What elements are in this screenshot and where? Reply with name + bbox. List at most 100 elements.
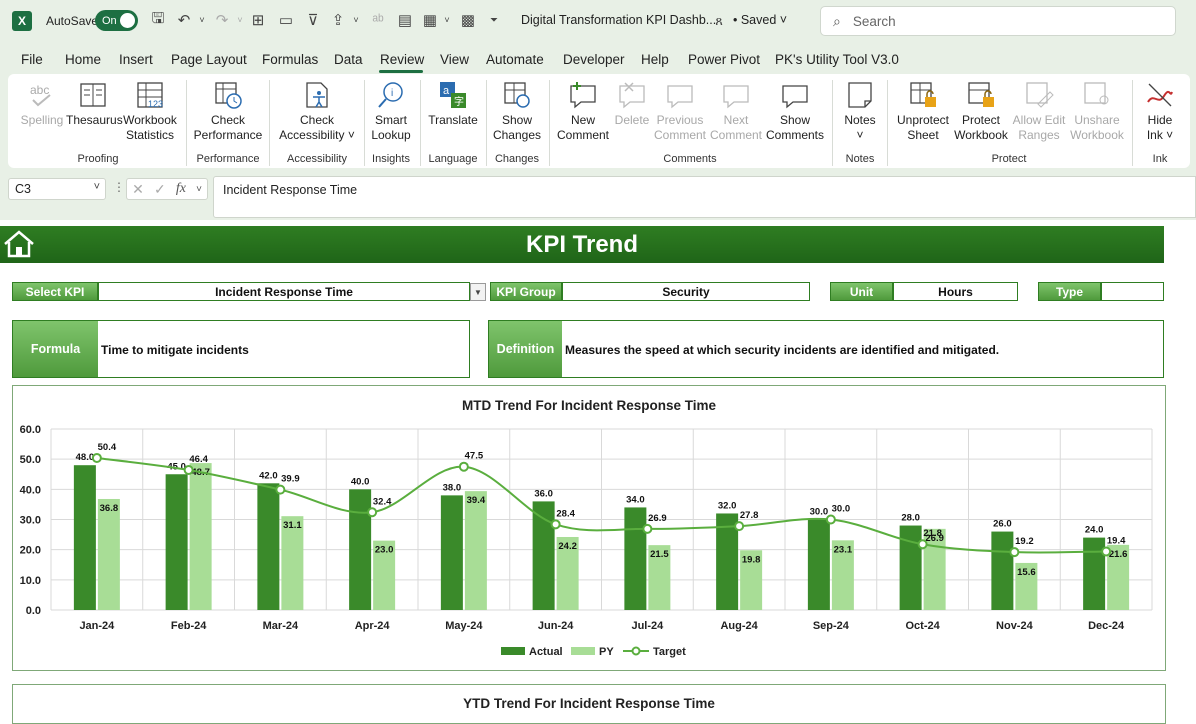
menu-help[interactable]: Help <box>641 52 669 67</box>
home-icon[interactable] <box>2 228 36 260</box>
translate-button[interactable]: a字 Translate <box>424 80 482 128</box>
fx-dropdown-icon[interactable]: ˅ <box>196 184 202 195</box>
saved-status[interactable]: • Saved ˅ <box>733 13 787 27</box>
kpi-dropdown-icon[interactable]: ▼ <box>470 283 486 301</box>
hide-ink-button[interactable]: Hide Ink ˅ <box>1138 80 1182 143</box>
menu-home[interactable]: Home <box>65 52 101 67</box>
unprotect-sheet-button[interactable]: Unprotect Sheet <box>892 80 954 143</box>
autosave-state: On <box>102 14 117 27</box>
autosave-toggle[interactable]: On <box>95 10 138 31</box>
person-icon[interactable]: ጸ <box>709 11 729 31</box>
delete-comment-icon <box>619 82 645 109</box>
menu-power-pivot[interactable]: Power Pivot <box>688 52 760 67</box>
actual-data-label: 30.0 <box>810 507 829 518</box>
calc-dropdown-icon[interactable]: ˅ <box>437 10 457 30</box>
share-icon[interactable]: ⇪ <box>328 10 348 30</box>
formula-input[interactable]: Incident Response Time <box>213 176 1196 218</box>
mtd-chart-title: MTD Trend For Incident Response Time <box>461 398 717 413</box>
show-comments-label-2: Comments <box>765 128 824 142</box>
name-box[interactable]: C3 ˅ <box>8 178 106 200</box>
py-data-label: 21.5 <box>650 549 669 560</box>
calculator-icon[interactable]: ▩ <box>458 10 478 30</box>
previous-comment-label-1: Previous <box>656 113 704 127</box>
name-box-dropdown-icon[interactable]: ˅ <box>94 181 100 193</box>
smart-lookup-icon: i <box>378 82 403 108</box>
show-comments-button[interactable]: Show Comments <box>764 80 826 143</box>
group-changes: Changes <box>494 153 540 165</box>
menu-review[interactable]: Review <box>380 52 424 67</box>
menu-insert[interactable]: Insert <box>119 52 153 67</box>
next-comment-icon <box>723 85 749 109</box>
legend-label: Actual <box>529 646 563 658</box>
menu-file[interactable]: File <box>21 52 43 67</box>
dashboard-title: KPI Trend <box>525 230 639 258</box>
group-separator <box>549 80 550 166</box>
filter-icon[interactable]: ⊽ <box>303 10 323 30</box>
group-proofing: Proofing <box>77 153 119 165</box>
svg-text:字: 字 <box>454 95 464 108</box>
y-tick-label: 10.0 <box>20 575 41 587</box>
menu-automate[interactable]: Automate <box>486 52 544 67</box>
select-kpi-value[interactable]: Incident Response Time <box>98 282 470 301</box>
protect-workbook-button[interactable]: Protect Workbook <box>952 80 1010 143</box>
thesaurus-button[interactable]: Thesaurus <box>66 80 123 128</box>
workbook-statistics-button[interactable]: 123 Workbook Statistics <box>122 80 178 143</box>
ytd-chart-title: YTD Trend For Incident Response Time <box>463 696 715 711</box>
menu-page-layout[interactable]: Page Layout <box>171 52 247 67</box>
redo-icon: ↷ <box>215 12 229 29</box>
y-tick-label: 0.0 <box>26 605 41 617</box>
check-accessibility-button[interactable]: Check Accessibility ˅ <box>275 80 359 143</box>
y-tick-label: 20.0 <box>20 545 41 557</box>
menu-view[interactable]: View <box>440 52 469 67</box>
actual-bar <box>257 483 280 610</box>
document-title[interactable]: Digital Transformation KPI Dashb... <box>521 13 716 27</box>
x-tick-label: Feb-24 <box>171 620 207 632</box>
picture-icon[interactable]: ▭ <box>276 10 296 30</box>
actual-data-label: 42.0 <box>259 470 278 481</box>
y-tick-label: 40.0 <box>20 484 41 496</box>
translate-icon: a字 <box>440 82 466 108</box>
customize-qa-icon[interactable]: ⏷ <box>484 10 504 30</box>
undo-icon[interactable]: ↶ <box>174 10 194 30</box>
target-point <box>183 465 194 476</box>
notes-icon <box>848 82 872 108</box>
excel-logo-icon: X <box>12 11 32 31</box>
py-data-label: 23.1 <box>834 544 853 555</box>
show-changes-label-1: Show <box>501 113 533 127</box>
show-changes-label-2: Changes <box>492 128 542 142</box>
menu-data[interactable]: Data <box>334 52 363 67</box>
group-separator <box>186 80 187 166</box>
actual-data-label: 34.0 <box>626 494 645 505</box>
notes-button[interactable]: Notes ˅ <box>838 80 882 143</box>
target-data-label: 47.5 <box>465 451 484 462</box>
undo-dropdown-icon[interactable]: ˅ <box>192 10 212 30</box>
search-box[interactable]: ⌕ Search <box>820 6 1176 36</box>
check-performance-button[interactable]: Check Performance <box>192 80 264 143</box>
group-separator <box>420 80 421 166</box>
borders-icon[interactable]: ⊞ <box>248 10 268 30</box>
target-point <box>275 484 286 495</box>
actual-bar <box>624 507 647 610</box>
actual-data-label: 32.0 <box>718 500 737 511</box>
actual-bar <box>440 495 463 610</box>
actual-data-label: 26.0 <box>993 519 1012 530</box>
form-icon[interactable]: ▤ <box>395 10 415 30</box>
y-tick-label: 50.0 <box>20 454 41 466</box>
insert-function-icon[interactable]: fx <box>176 181 186 197</box>
smart-lookup-button[interactable]: i Smart Lookup <box>368 80 414 143</box>
menu-developer[interactable]: Developer <box>563 52 625 67</box>
mtd-chart: 0.0 10.0 20.0 30.0 40.0 50.0 60.0 48.0 36.8 Jan-2… <box>20 424 1153 658</box>
type-label: Type <box>1038 282 1101 301</box>
menu-formulas[interactable]: Formulas <box>262 52 318 67</box>
py-bar <box>97 498 120 610</box>
target-data-label: 50.4 <box>98 442 117 453</box>
target-data-label: 19.4 <box>1107 535 1126 546</box>
menu-utility-tool[interactable]: PK's Utility Tool V3.0 <box>775 52 899 67</box>
new-comment-button[interactable]: New Comment <box>554 80 612 143</box>
show-changes-button[interactable]: Show Changes <box>490 80 544 143</box>
share-dropdown-icon[interactable]: ˅ <box>346 10 366 30</box>
unprotect-sheet-label-1: Unprotect <box>896 113 950 127</box>
next-comment-button: Next Comment <box>708 80 764 143</box>
save-icon[interactable]: 🖫 <box>148 10 168 30</box>
y-tick-label: 60.0 <box>20 424 41 436</box>
